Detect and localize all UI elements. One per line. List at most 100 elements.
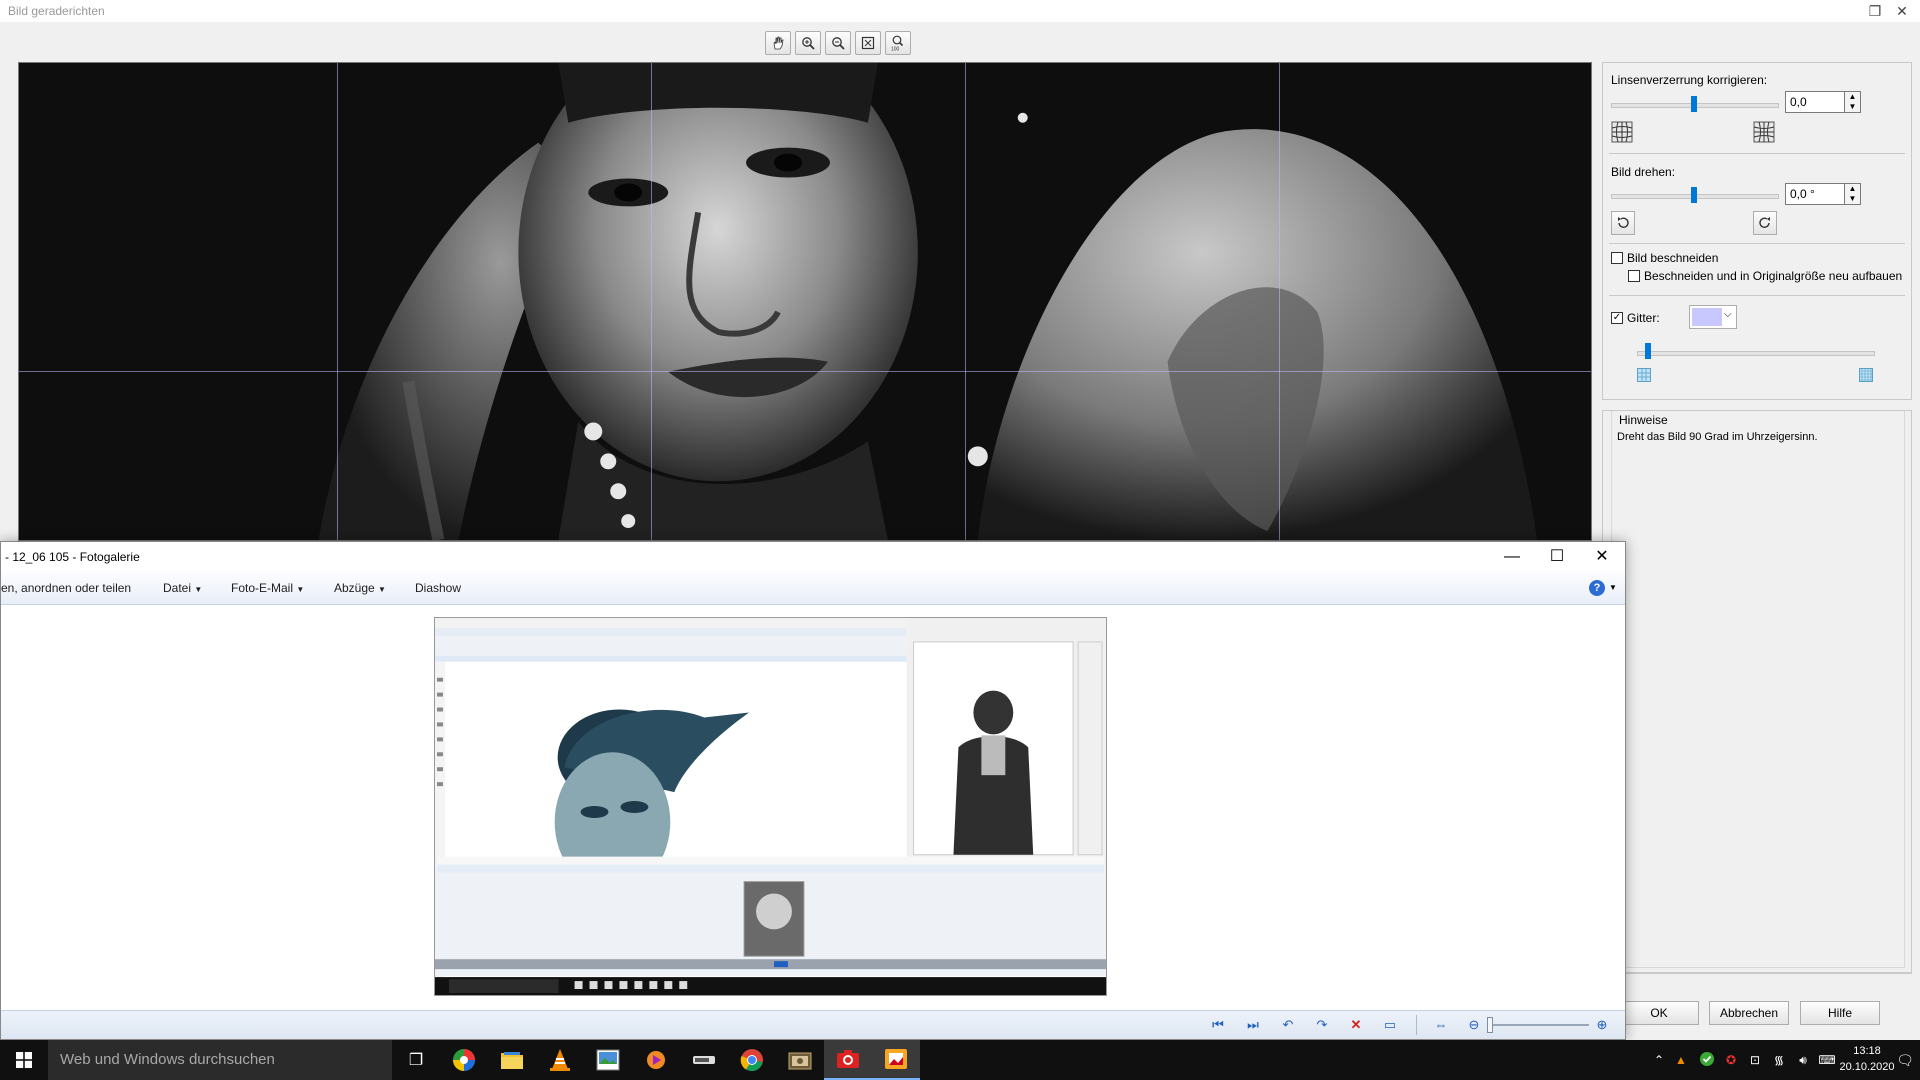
menu-photo-email[interactable]: Foto-E-Mail ▼ — [231, 581, 304, 595]
chevron-down-icon: ▼ — [194, 585, 203, 594]
language-icon[interactable]: ⌨ — [1818, 1052, 1836, 1068]
dialog-titlebar[interactable]: Bild geraderichten ❐ ✕ — [0, 0, 1920, 22]
next-icon[interactable]: ⏭ — [1244, 1017, 1262, 1033]
actual-size-button[interactable]: 100 — [885, 31, 911, 55]
delete-icon[interactable]: ✕ — [1347, 1017, 1365, 1033]
crop-checkbox[interactable] — [1611, 252, 1623, 264]
gallery-title: - 12_06 105 - Fotogalerie — [5, 550, 140, 564]
task-view-button[interactable]: ❐ — [392, 1040, 440, 1080]
chrome-icon — [740, 1049, 763, 1072]
close-icon[interactable]: ✕ — [1893, 2, 1911, 20]
grid-line — [965, 63, 966, 540]
menu-slideshow[interactable]: Diashow — [415, 581, 461, 595]
fit-to-window-button[interactable] — [855, 31, 881, 55]
help-icon[interactable]: ? — [1589, 580, 1605, 596]
grid-size-slider-track[interactable] — [1637, 351, 1875, 356]
chevron-up-icon[interactable]: ⌃ — [1650, 1052, 1668, 1068]
pan-tool-button[interactable] — [765, 31, 791, 55]
restore-icon[interactable]: ❐ — [1866, 2, 1884, 20]
rotate-left-button[interactable] — [1611, 211, 1635, 235]
help-button[interactable]: Hilfe — [1800, 1001, 1880, 1025]
view-toolbar: 100 — [765, 31, 911, 55]
rotate-angle-input[interactable]: 0,0 ° — [1785, 183, 1845, 205]
taskbar-app-photo-gallery[interactable] — [776, 1040, 824, 1080]
network-icon[interactable]: ⊡ — [1746, 1052, 1764, 1068]
menu-organize[interactable]: en, anordnen oder teilen — [1, 581, 131, 595]
zoom-in-icon — [802, 37, 815, 50]
taskbar-app-chrome[interactable] — [728, 1040, 776, 1080]
taskbar-app-photo-editor[interactable] — [440, 1040, 488, 1080]
start-button[interactable] — [0, 1040, 48, 1080]
ok-button[interactable]: OK — [1619, 1001, 1699, 1025]
hand-icon — [773, 36, 784, 50]
rotate-slider-thumb[interactable] — [1691, 187, 1697, 203]
clock-date: 20.10.2020 — [1839, 1061, 1895, 1073]
gallery-menubar: en, anordnen oder teilen Datei ▼ Foto-E-… — [1, 572, 1625, 605]
rotate-right-icon — [1759, 217, 1770, 228]
chevron-down-icon[interactable]: ▼ — [1609, 583, 1617, 592]
color-wheel-icon — [453, 1049, 475, 1071]
separator — [1416, 1015, 1417, 1035]
hints-text: Dreht das Bild 90 Grad im Uhrzeigersinn. — [1617, 431, 1818, 443]
crop-rebuild-checkbox[interactable] — [1628, 270, 1640, 282]
zoom-out-icon[interactable]: ⊖ — [1465, 1017, 1483, 1033]
close-icon[interactable]: ✕ — [1579, 542, 1625, 572]
photo-gallery-window: - 12_06 105 - Fotogalerie — ☐ ✕ en, anor… — [0, 541, 1626, 1040]
grid-color-picker[interactable]: ⌵ — [1689, 305, 1737, 329]
minimize-icon[interactable]: — — [1489, 542, 1535, 572]
chevron-down-icon: ▼ — [296, 585, 305, 594]
barrel-distortion-icon[interactable] — [1611, 121, 1633, 143]
lens-distortion-input[interactable]: 0,0 — [1785, 91, 1845, 113]
hints-groupbox: Hinweise Dreht das Bild 90 Grad im Uhrze… — [1602, 410, 1912, 974]
zoom-slider-thumb[interactable] — [1487, 1017, 1493, 1033]
separator — [1609, 295, 1905, 296]
grid-size-slider-thumb[interactable] — [1645, 343, 1651, 359]
vlc-tray-icon[interactable]: ▲ — [1672, 1052, 1690, 1068]
zoom-slider-track[interactable] — [1489, 1024, 1589, 1026]
rotate-right-button[interactable] — [1753, 211, 1777, 235]
zoom-in-button[interactable] — [795, 31, 821, 55]
slideshow-icon[interactable]: ▭ — [1381, 1017, 1399, 1033]
cancel-button[interactable]: Abbrechen — [1709, 1001, 1789, 1025]
grid-color-swatch — [1692, 308, 1722, 326]
security-icon[interactable] — [1698, 1052, 1716, 1068]
rotate-right-icon[interactable]: ↷ — [1313, 1017, 1331, 1033]
zoom-out-button[interactable] — [825, 31, 851, 55]
taskbar-app-explorer[interactable] — [488, 1040, 536, 1080]
grid-label: Gitter: — [1627, 311, 1660, 325]
fit-size-icon[interactable]: ⇔ — [1432, 1017, 1450, 1033]
picture-icon — [596, 1049, 620, 1071]
menu-prints[interactable]: Abzüge ▼ — [334, 581, 386, 595]
lens-distortion-spinner[interactable]: ▲ ▼ — [1845, 91, 1861, 113]
zoom-in-icon[interactable]: ⊕ — [1593, 1017, 1611, 1033]
displayed-image[interactable] — [434, 617, 1107, 996]
volume-icon[interactable]: 🔊︎ — [1794, 1052, 1812, 1068]
menu-file-label: Datei — [163, 581, 192, 595]
taskbar-clock[interactable]: 13:18 20.10.2020 — [1837, 1043, 1897, 1075]
notifications-icon[interactable]: 🗨︎ — [1896, 1052, 1914, 1068]
crop-label: Bild beschneiden — [1627, 251, 1719, 265]
maximize-icon[interactable]: ☐ — [1534, 542, 1580, 572]
pincushion-distortion-icon[interactable] — [1753, 121, 1775, 143]
media-icon — [647, 1051, 665, 1069]
rotate-left-icon[interactable]: ↶ — [1279, 1017, 1297, 1033]
taskbar-app-media[interactable] — [632, 1040, 680, 1080]
rotate-angle-spinner[interactable]: ▲ ▼ — [1845, 183, 1861, 205]
dialog-title: Bild geraderichten — [8, 4, 105, 18]
image-canvas[interactable] — [18, 62, 1592, 541]
separator — [1609, 153, 1905, 154]
taskbar-app-red-camera[interactable] — [824, 1040, 872, 1080]
previous-icon[interactable]: ⏮ — [1209, 1017, 1227, 1033]
taskbar-app-image-viewer[interactable] — [584, 1040, 632, 1080]
app-tray-icon[interactable]: ✪ — [1722, 1052, 1740, 1068]
lens-distortion-slider-thumb[interactable] — [1691, 96, 1697, 112]
menu-file[interactable]: Datei ▼ — [163, 581, 202, 595]
grid-checkbox[interactable]: ✓ — [1611, 312, 1623, 324]
taskbar-search[interactable]: Web und Windows durchsuchen — [48, 1040, 392, 1080]
taskbar-app-vlc[interactable] — [536, 1040, 584, 1080]
taskbar-app-photo-editor-active[interactable] — [872, 1040, 920, 1080]
wifi-icon[interactable]: ᯾ — [1770, 1052, 1788, 1068]
settings-panel: Linsenverzerrung korrigieren: 0,0 ▲ ▼ Bil… — [1602, 62, 1912, 400]
fit-icon — [861, 36, 875, 50]
taskbar-app-tool[interactable] — [680, 1040, 728, 1080]
